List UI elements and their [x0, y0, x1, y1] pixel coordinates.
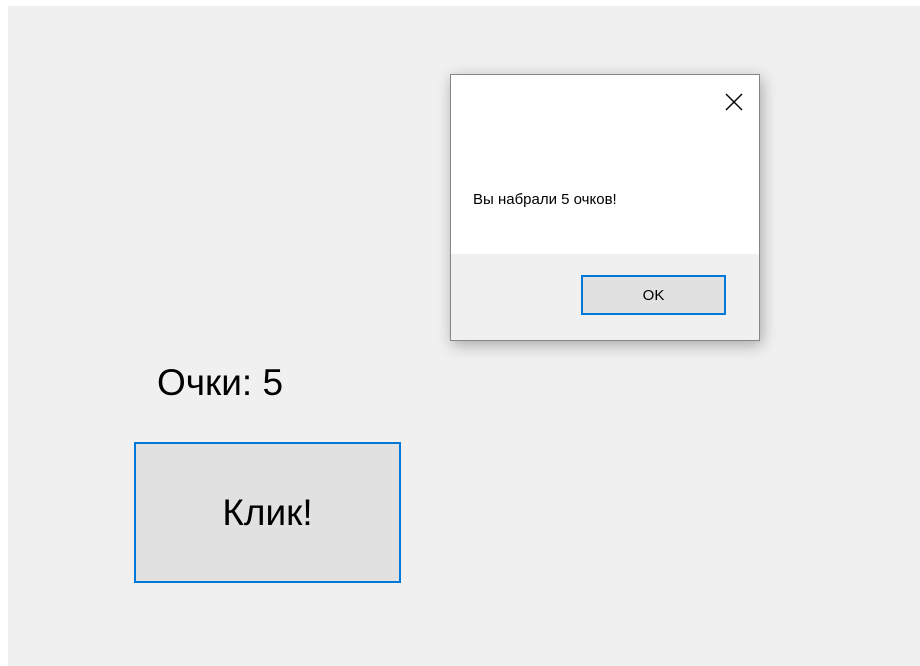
dialog-footer: OK	[451, 254, 759, 340]
message-box-dialog: Вы набрали 5 очков! OK	[450, 74, 760, 341]
click-button[interactable]: Клик!	[134, 442, 401, 583]
ok-button[interactable]: OK	[581, 275, 726, 315]
dialog-message: Вы набрали 5 очков!	[473, 191, 617, 208]
score-label: Очки: 5	[157, 362, 284, 403]
close-icon[interactable]	[723, 91, 745, 113]
